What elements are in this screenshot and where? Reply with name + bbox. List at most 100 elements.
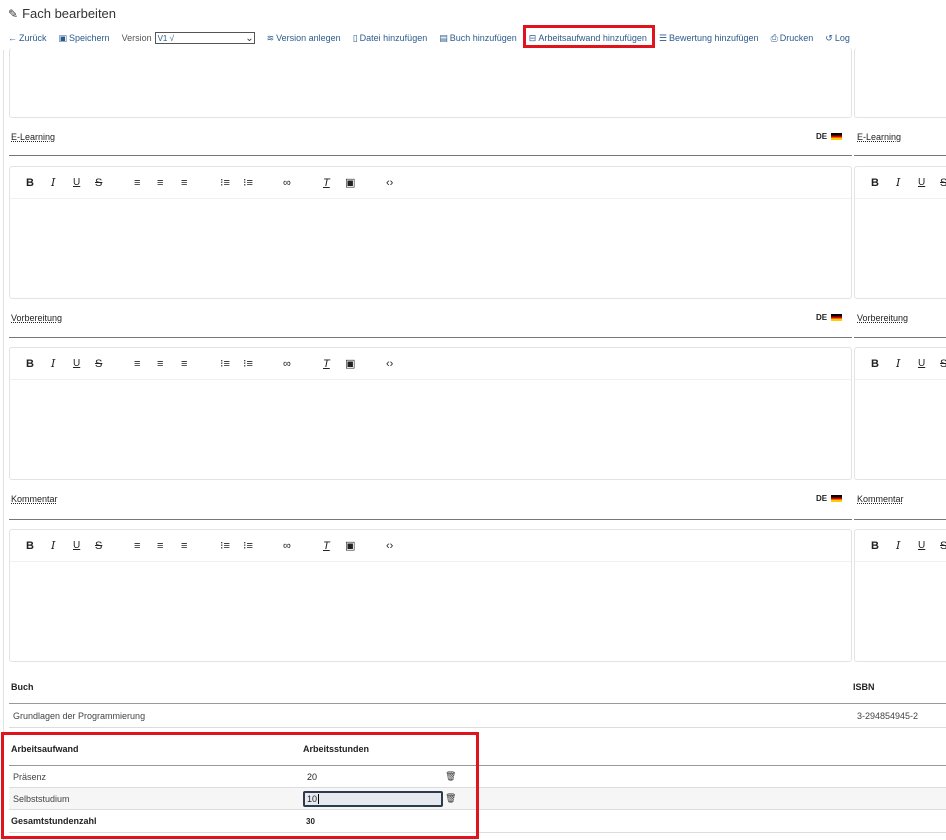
italic-button[interactable]: I <box>896 357 900 371</box>
underline-button[interactable]: U <box>73 539 80 553</box>
preparation-editor-right[interactable]: B I U S <box>854 347 946 480</box>
align-left-icon[interactable]: ≡ <box>134 539 140 553</box>
link-icon[interactable]: ∞ <box>283 176 291 190</box>
code-icon[interactable]: ‹› <box>386 539 393 553</box>
bullet-list-icon[interactable]: ⁝≡ <box>220 176 230 190</box>
bold-button[interactable]: B <box>26 539 34 553</box>
language-de: DE <box>816 132 843 141</box>
pencil-icon: ✎ <box>8 6 19 21</box>
save-button[interactable]: ▣ Speichern <box>59 33 110 44</box>
chevron-down-icon: ⌄ <box>245 32 254 44</box>
italic-button[interactable]: I <box>896 176 900 190</box>
strikethrough-button[interactable]: S <box>940 539 946 553</box>
bold-button[interactable]: B <box>26 176 34 190</box>
section-divider <box>854 155 946 156</box>
comment-editor-right[interactable]: B I U S <box>854 529 946 662</box>
bold-button[interactable]: B <box>871 539 879 553</box>
align-center-icon[interactable]: ≡ <box>157 176 163 190</box>
book-isbn: 3-294854945-2 <box>857 711 919 721</box>
editor-body-top-right[interactable] <box>854 48 946 118</box>
elearning-editor[interactable]: B I U S ≡ ≡ ≡ ⁝≡ ⁝≡ ∞ T ▣ ‹› <box>9 166 852 299</box>
bold-button[interactable]: B <box>871 357 879 371</box>
paste-icon[interactable]: ▣ <box>345 357 355 371</box>
align-right-icon[interactable]: ≡ <box>181 539 187 553</box>
list-icon: ☰ <box>658 32 667 43</box>
version-select[interactable]: V1 √ ⌄ <box>154 32 255 44</box>
align-left-icon[interactable]: ≡ <box>134 357 140 371</box>
version-selector: Version V1 √ ⌄ <box>121 32 255 44</box>
numbered-list-icon[interactable]: ⁝≡ <box>243 176 253 190</box>
table-header-divider <box>9 703 946 704</box>
link-icon[interactable]: ∞ <box>283 357 291 371</box>
bullet-list-icon[interactable]: ⁝≡ <box>220 357 230 371</box>
add-workload-button[interactable]: ⊟ Arbeitsaufwand hinzufügen <box>529 33 647 44</box>
section-divider <box>854 519 946 520</box>
add-book-button[interactable]: ▤ Buch hinzufügen <box>439 33 517 44</box>
briefcase-icon: ⊟ <box>528 32 537 43</box>
elearning-editor-right[interactable]: B I U S <box>854 166 946 299</box>
strikethrough-button[interactable]: S <box>940 176 946 190</box>
editor-body-top[interactable] <box>9 48 852 118</box>
book-icon: ▤ <box>439 32 448 43</box>
bold-button[interactable]: B <box>26 357 34 371</box>
underline-button[interactable]: U <box>73 176 80 190</box>
section-divider <box>854 337 946 338</box>
table-row-divider <box>9 727 946 728</box>
back-button[interactable]: ← Zurück <box>8 33 47 43</box>
log-button[interactable]: ↺ Log <box>825 33 850 44</box>
clear-format-button[interactable]: T <box>323 357 330 371</box>
editor-toolbar: B I U S <box>855 348 946 380</box>
code-icon[interactable]: ‹› <box>386 357 393 371</box>
underline-button[interactable]: U <box>73 357 80 371</box>
clear-format-button[interactable]: T <box>323 539 330 553</box>
strikethrough-button[interactable]: S <box>940 357 946 371</box>
link-icon[interactable]: ∞ <box>283 539 291 553</box>
numbered-list-icon[interactable]: ⁝≡ <box>243 357 253 371</box>
printer-icon: ⎙ <box>770 32 778 43</box>
numbered-list-icon[interactable]: ⁝≡ <box>243 539 253 553</box>
align-right-icon[interactable]: ≡ <box>181 176 187 190</box>
underline-button[interactable]: U <box>918 176 925 190</box>
add-rating-button[interactable]: ☰ Bewertung hinzufügen <box>659 33 759 44</box>
preparation-label: Vorbereitung <box>11 313 63 323</box>
create-version-button[interactable]: ≋ Version anlegen <box>267 33 341 44</box>
section-divider <box>9 155 852 156</box>
underline-button[interactable]: U <box>918 357 925 371</box>
language-de: DE <box>816 494 843 503</box>
italic-button[interactable]: I <box>51 357 55 371</box>
preparation-editor[interactable]: B I U S ≡ ≡ ≡ ⁝≡ ⁝≡ ∞ T ▣ ‹› <box>9 347 852 480</box>
align-right-icon[interactable]: ≡ <box>181 357 187 371</box>
editor-toolbar: B I U S ≡ ≡ ≡ ⁝≡ ⁝≡ ∞ T ▣ ‹› <box>10 348 851 380</box>
bullet-list-icon[interactable]: ⁝≡ <box>220 539 230 553</box>
section-divider <box>9 337 852 338</box>
page-title: Fach bearbeiten <box>22 6 117 21</box>
italic-button[interactable]: I <box>51 176 55 190</box>
bold-button[interactable]: B <box>871 176 879 190</box>
save-icon: ▣ <box>58 32 68 43</box>
print-button[interactable]: ⎙ Drucken <box>771 33 814 44</box>
add-file-button[interactable]: ▯ Datei hinzufügen <box>353 33 428 44</box>
toolbar: ← Zurück ▣ Speichern Version V1 √ ⌄ ≋ Versio… <box>0 27 946 49</box>
clear-format-button[interactable]: T <box>323 176 330 190</box>
underline-button[interactable]: U <box>918 539 925 553</box>
align-left-icon[interactable]: ≡ <box>134 176 140 190</box>
comment-editor[interactable]: B I U S ≡ ≡ ≡ ⁝≡ ⁝≡ ∞ T ▣ ‹› <box>9 529 852 662</box>
file-icon: ▯ <box>352 32 358 43</box>
paste-icon[interactable]: ▣ <box>345 176 355 190</box>
strikethrough-button[interactable]: S <box>95 357 102 371</box>
italic-button[interactable]: I <box>51 539 55 553</box>
title-bar: ✎ Fach bearbeiten <box>0 0 946 27</box>
history-icon: ↺ <box>825 32 833 43</box>
strikethrough-button[interactable]: S <box>95 539 102 553</box>
elearning-label-right: E-Learning <box>857 132 902 142</box>
flag-de-icon <box>831 314 843 321</box>
align-center-icon[interactable]: ≡ <box>157 357 163 371</box>
preparation-label-right: Vorbereitung <box>857 313 909 323</box>
align-center-icon[interactable]: ≡ <box>157 539 163 553</box>
code-icon[interactable]: ‹› <box>386 176 393 190</box>
strikethrough-button[interactable]: S <box>95 176 102 190</box>
paste-icon[interactable]: ▣ <box>345 539 355 553</box>
comment-label: Kommentar <box>11 494 58 504</box>
highlight-workload-table <box>1 732 479 839</box>
italic-button[interactable]: I <box>896 539 900 553</box>
